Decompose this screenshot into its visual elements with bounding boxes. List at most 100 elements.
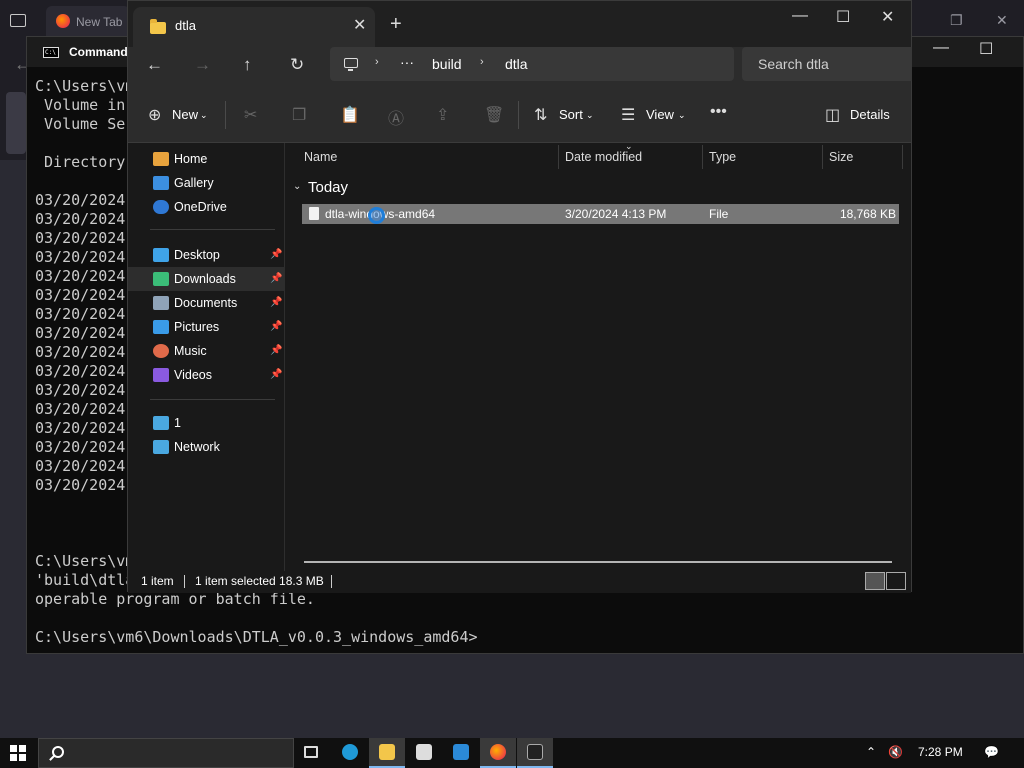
file-size: 18,768 KB (839, 207, 896, 221)
view-button[interactable]: View (646, 107, 674, 122)
minimize-icon[interactable]: — (792, 7, 808, 25)
edge-icon[interactable] (332, 738, 368, 768)
up-icon[interactable]: ↑ (243, 55, 252, 75)
forward-icon[interactable]: → (194, 55, 211, 75)
cmd-title: Command (69, 45, 128, 59)
list-all-tabs-icon[interactable] (10, 14, 26, 27)
this-pc-icon (344, 58, 358, 71)
details-button[interactable]: Details (850, 107, 890, 122)
sidebar-item-onedrive[interactable]: OneDrive (128, 195, 285, 219)
share-icon[interactable]: ⇪ (436, 105, 449, 125)
browser-tab-title: New Tab (76, 15, 123, 29)
column-header-type[interactable]: Type (709, 150, 736, 164)
cmd-date-line: 03/20/2024 (35, 343, 126, 361)
store-icon[interactable] (406, 738, 442, 768)
notifications-icon[interactable]: 💬 (984, 745, 999, 759)
windows-start-icon[interactable] (10, 745, 26, 761)
onedrive-icon (153, 200, 169, 214)
explorer-navbar: ← → ↑ ↻ › ··· build › dtla Search dtla (128, 47, 912, 87)
clock[interactable]: 7:28 PM (918, 745, 963, 759)
table-row[interactable]: dtla-windows-amd64 3/20/2024 4:13 PM Fil… (302, 204, 899, 224)
sidebar-item-gallery[interactable]: Gallery (128, 171, 285, 195)
sidebar-item-music[interactable]: Music 📌 (128, 339, 285, 363)
column-divider[interactable] (902, 145, 903, 169)
sidebar-item-network[interactable]: Network (128, 435, 285, 459)
column-divider[interactable] (558, 145, 559, 169)
column-header-date-modified[interactable]: Date modified (565, 150, 642, 164)
cut-icon[interactable]: ✂ (244, 105, 257, 125)
sidebar-item-pictures[interactable]: Pictures 📌 (128, 315, 285, 339)
sidebar-item-label: Gallery (174, 176, 214, 190)
cmd-minimize-icon[interactable]: — (933, 39, 949, 57)
browser-restore-icon[interactable]: ❐ (950, 12, 963, 29)
sidebar-item-desktop[interactable]: Desktop 📌 (128, 243, 285, 267)
details-view-icon[interactable] (865, 572, 885, 590)
pin-icon[interactable]: 📌 (270, 345, 282, 356)
cmd-maximize-icon[interactable]: ☐ (979, 39, 993, 59)
cmd-date-line: 03/20/2024 (35, 305, 126, 323)
sidebar-item-videos[interactable]: Videos 📌 (128, 363, 285, 387)
explorer-tab[interactable]: dtla ✕ (133, 7, 375, 47)
back-icon[interactable]: ← (146, 55, 163, 75)
firefox-taskbar-icon[interactable] (480, 738, 516, 768)
close-icon[interactable]: ✕ (881, 7, 894, 27)
breadcrumb-dtla[interactable]: dtla (505, 56, 528, 72)
group-header-today[interactable]: Today (308, 179, 348, 196)
sidebar-item-downloads[interactable]: Downloads 📌 (128, 267, 285, 291)
downloads-icon (153, 272, 169, 286)
chevron-down-icon[interactable]: ⌄ (293, 181, 301, 192)
pin-icon[interactable]: 📌 (270, 249, 282, 260)
delete-icon[interactable]: 🗑 (484, 105, 504, 125)
sidebar-item-documents[interactable]: Documents 📌 (128, 291, 285, 315)
new-button[interactable]: New (172, 107, 198, 122)
task-view-icon[interactable] (294, 738, 330, 768)
pin-icon[interactable]: 📌 (270, 273, 282, 284)
column-header-name[interactable]: Name (304, 150, 337, 164)
sidebar-item-home[interactable]: Home (128, 147, 285, 171)
new-tab-icon[interactable]: + (390, 13, 402, 36)
pin-icon[interactable]: 📌 (270, 321, 282, 332)
column-divider[interactable] (822, 145, 823, 169)
taskbar-search-input[interactable] (38, 738, 294, 768)
breadcrumb-build[interactable]: build (432, 56, 462, 72)
browser-tab[interactable]: New Tab (46, 6, 130, 36)
address-bar[interactable]: › ··· build › dtla (330, 47, 734, 81)
more-locations-icon[interactable]: ··· (400, 54, 414, 70)
terminal-icon[interactable] (517, 738, 553, 768)
horizontal-scrollbar[interactable] (304, 561, 892, 563)
copy-icon[interactable]: ❐ (292, 105, 306, 125)
toolbar-divider (518, 101, 519, 129)
cmd-date-line: 03/20/2024 (35, 400, 126, 418)
column-header-size[interactable]: Size (829, 150, 853, 164)
sidebar-item-label: Music (174, 344, 207, 358)
file-explorer-window[interactable]: dtla ✕ + — ☐ ✕ ← → ↑ ↻ › ··· build › dtl… (127, 0, 912, 593)
close-tab-icon[interactable]: ✕ (353, 15, 366, 35)
search-input[interactable]: Search dtla (742, 47, 912, 81)
taskbar: ⌃ 🔇 7:28 PM 💬 (0, 738, 1024, 768)
cmd-icon: C:\ (43, 47, 59, 58)
new-plus-icon: ⊕ (148, 107, 162, 124)
column-divider[interactable] (702, 145, 703, 169)
file-explorer-taskbar-icon[interactable] (369, 738, 405, 768)
pin-icon[interactable]: 📌 (270, 369, 282, 380)
refresh-icon[interactable]: ↻ (290, 55, 304, 75)
paste-icon[interactable]: 📋 (340, 105, 360, 125)
cmd-prompt[interactable]: C:\Users\vm6\Downloads\DTLA_v0.0.3_windo… (35, 628, 478, 647)
pin-icon[interactable]: 📌 (270, 297, 282, 308)
see-more-icon[interactable]: ••• (710, 103, 727, 121)
sort-button[interactable]: Sort (559, 107, 583, 122)
desktop-icon (153, 248, 169, 262)
rename-icon[interactable]: Ⓐ (388, 105, 404, 129)
mail-icon[interactable] (443, 738, 479, 768)
sidebar-item-this-pc[interactable]: 1 (128, 411, 285, 435)
maximize-icon[interactable]: ☐ (836, 7, 850, 27)
sidebar-item-label: Downloads (174, 272, 236, 286)
browser-close-icon[interactable]: ✕ (996, 12, 1008, 29)
chevron-up-icon[interactable]: ⌃ (866, 745, 876, 759)
gallery-icon (153, 176, 169, 190)
chevron-down-icon: ⌄ (678, 110, 686, 120)
file-list[interactable]: Name Date modified ⌄ Type Size ⌄ Today d… (286, 141, 911, 571)
tiles-view-icon[interactable] (886, 572, 906, 590)
explorer-tabbar[interactable]: dtla ✕ + — ☐ ✕ (128, 1, 911, 47)
volume-muted-icon[interactable]: 🔇 (888, 745, 903, 759)
